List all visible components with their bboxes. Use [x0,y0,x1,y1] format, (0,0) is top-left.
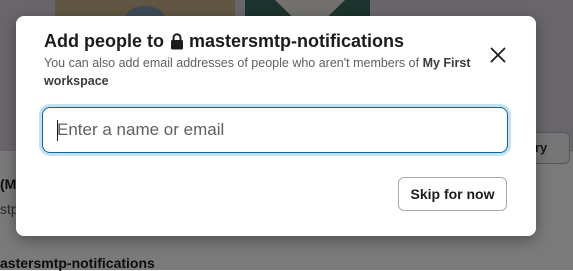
channel-name: mastersmtp-notifications [189,31,405,51]
lock-icon [170,33,184,50]
close-icon [490,47,506,63]
dialog-title-prefix: Add people to [44,31,164,51]
add-people-dialog: Add people to mastersmtp-notifications Y… [16,16,536,236]
skip-for-now-button[interactable]: Skip for now [398,177,507,211]
dialog-subtitle: You can also add email addresses of peop… [44,54,484,90]
dialog-subtitle-text: You can also add email addresses of peop… [44,56,420,70]
search-field[interactable] [42,107,508,153]
text-cursor [57,120,58,141]
close-button[interactable] [486,43,510,67]
search-input[interactable] [43,108,507,152]
dialog-title: Add people to mastersmtp-notifications [44,31,404,52]
